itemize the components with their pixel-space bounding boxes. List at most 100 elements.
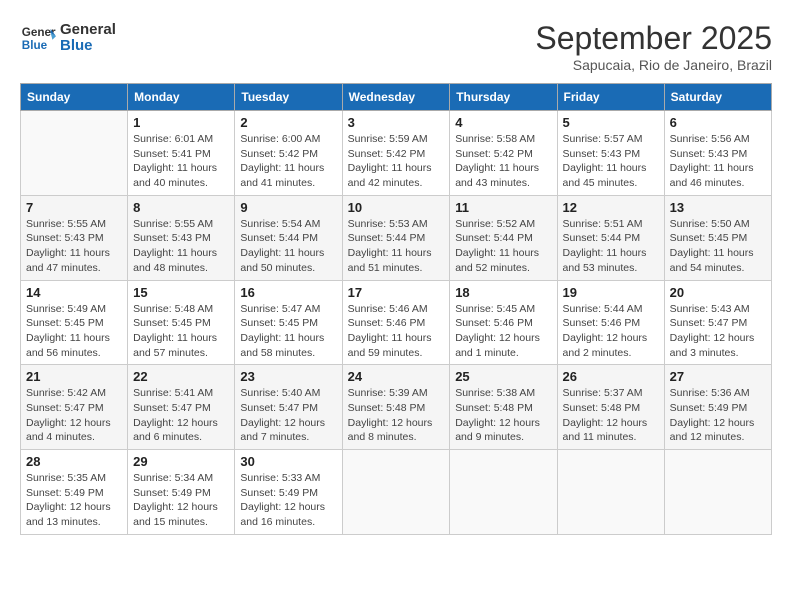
calendar-week-row: 1 Sunrise: 6:01 AM Sunset: 5:41 PM Daylig… (21, 111, 772, 196)
day-number: 14 (26, 285, 122, 300)
calendar-week-row: 28 Sunrise: 5:35 AM Sunset: 5:49 PM Dayli… (21, 450, 772, 535)
day-info: Sunrise: 5:58 AM Sunset: 5:42 PM Dayligh… (455, 132, 551, 191)
day-info: Sunrise: 5:57 AM Sunset: 5:43 PM Dayligh… (563, 132, 659, 191)
day-info: Sunrise: 5:38 AM Sunset: 5:48 PM Dayligh… (455, 386, 551, 445)
day-number: 7 (26, 200, 122, 215)
day-info: Sunrise: 5:36 AM Sunset: 5:49 PM Dayligh… (670, 386, 766, 445)
day-info: Sunrise: 5:50 AM Sunset: 5:45 PM Dayligh… (670, 217, 766, 276)
day-number: 4 (455, 115, 551, 130)
day-info: Sunrise: 5:37 AM Sunset: 5:48 PM Dayligh… (563, 386, 659, 445)
calendar-cell: 19Sunrise: 5:44 AM Sunset: 5:46 PM Dayli… (557, 280, 664, 365)
day-number: 24 (348, 369, 445, 384)
header-saturday: Saturday (664, 84, 771, 111)
day-info: Sunrise: 5:43 AM Sunset: 5:47 PM Dayligh… (670, 302, 766, 361)
day-info: Sunrise: 5:45 AM Sunset: 5:46 PM Dayligh… (455, 302, 551, 361)
day-info: Sunrise: 5:44 AM Sunset: 5:46 PM Dayligh… (563, 302, 659, 361)
day-info: Sunrise: 6:00 AM Sunset: 5:42 PM Dayligh… (240, 132, 336, 191)
day-number: 20 (670, 285, 766, 300)
day-number: 21 (26, 369, 122, 384)
calendar-header-row: SundayMondayTuesdayWednesdayThursdayFrid… (21, 84, 772, 111)
calendar-cell: 12 Sunrise: 5:51 AM Sunset: 5:44 PM Dayli… (557, 195, 664, 280)
calendar-cell: 22 Sunrise: 5:41 AM Sunset: 5:47 PM Dayli… (128, 365, 235, 450)
logo-general-text: General (60, 22, 116, 39)
calendar-cell (664, 450, 771, 535)
header-tuesday: Tuesday (235, 84, 342, 111)
calendar-week-row: 14 Sunrise: 5:49 AM Sunset: 5:45 PM Dayli… (21, 280, 772, 365)
day-info: Sunrise: 5:54 AM Sunset: 5:44 PM Dayligh… (240, 217, 336, 276)
calendar-cell (557, 450, 664, 535)
calendar-week-row: 21 Sunrise: 5:42 AM Sunset: 5:47 PM Dayli… (21, 365, 772, 450)
calendar-cell: 5 Sunrise: 5:57 AM Sunset: 5:43 PM Daylig… (557, 111, 664, 196)
day-info: Sunrise: 5:59 AM Sunset: 5:42 PM Dayligh… (348, 132, 445, 191)
day-info: Sunrise: 5:41 AM Sunset: 5:47 PM Dayligh… (133, 386, 229, 445)
day-number: 26 (563, 369, 659, 384)
day-info: Sunrise: 5:51 AM Sunset: 5:44 PM Dayligh… (563, 217, 659, 276)
calendar-cell: 13 Sunrise: 5:50 AM Sunset: 5:45 PM Dayli… (664, 195, 771, 280)
day-info: Sunrise: 5:48 AM Sunset: 5:45 PM Dayligh… (133, 302, 229, 361)
day-info: Sunrise: 5:34 AM Sunset: 5:49 PM Dayligh… (133, 471, 229, 530)
calendar-cell: 23Sunrise: 5:40 AM Sunset: 5:47 PM Dayli… (235, 365, 342, 450)
logo: General Blue General Blue (20, 20, 116, 56)
day-info: Sunrise: 5:33 AM Sunset: 5:49 PM Dayligh… (240, 471, 336, 530)
day-number: 23 (240, 369, 336, 384)
calendar-cell (21, 111, 128, 196)
calendar-cell: 4 Sunrise: 5:58 AM Sunset: 5:42 PM Daylig… (450, 111, 557, 196)
calendar-cell: 17Sunrise: 5:46 AM Sunset: 5:46 PM Dayli… (342, 280, 450, 365)
day-number: 12 (563, 200, 659, 215)
page-header: General Blue General Blue September 2025… (20, 20, 772, 73)
header-monday: Monday (128, 84, 235, 111)
calendar-cell: 3 Sunrise: 5:59 AM Sunset: 5:42 PM Daylig… (342, 111, 450, 196)
calendar-cell: 11Sunrise: 5:52 AM Sunset: 5:44 PM Dayli… (450, 195, 557, 280)
day-info: Sunrise: 5:49 AM Sunset: 5:45 PM Dayligh… (26, 302, 122, 361)
day-number: 27 (670, 369, 766, 384)
calendar-cell: 26 Sunrise: 5:37 AM Sunset: 5:48 PM Dayli… (557, 365, 664, 450)
day-number: 6 (670, 115, 766, 130)
day-info: Sunrise: 5:42 AM Sunset: 5:47 PM Dayligh… (26, 386, 122, 445)
day-number: 28 (26, 454, 122, 469)
day-number: 9 (240, 200, 336, 215)
day-info: Sunrise: 5:46 AM Sunset: 5:46 PM Dayligh… (348, 302, 445, 361)
day-info: Sunrise: 5:35 AM Sunset: 5:49 PM Dayligh… (26, 471, 122, 530)
calendar-week-row: 7 Sunrise: 5:55 AM Sunset: 5:43 PM Daylig… (21, 195, 772, 280)
calendar-cell: 1 Sunrise: 6:01 AM Sunset: 5:41 PM Daylig… (128, 111, 235, 196)
day-number: 2 (240, 115, 336, 130)
calendar-cell: 15 Sunrise: 5:48 AM Sunset: 5:45 PM Dayli… (128, 280, 235, 365)
day-info: Sunrise: 6:01 AM Sunset: 5:41 PM Dayligh… (133, 132, 229, 191)
day-number: 3 (348, 115, 445, 130)
header-friday: Friday (557, 84, 664, 111)
day-number: 30 (240, 454, 336, 469)
calendar-cell: 2 Sunrise: 6:00 AM Sunset: 5:42 PM Daylig… (235, 111, 342, 196)
calendar-cell (450, 450, 557, 535)
day-number: 18 (455, 285, 551, 300)
calendar-cell: 24 Sunrise: 5:39 AM Sunset: 5:48 PM Dayli… (342, 365, 450, 450)
logo-icon: General Blue (20, 20, 56, 56)
calendar-cell (342, 450, 450, 535)
day-info: Sunrise: 5:39 AM Sunset: 5:48 PM Dayligh… (348, 386, 445, 445)
calendar-cell: 7Sunrise: 5:55 AM Sunset: 5:43 PM Daylig… (21, 195, 128, 280)
calendar-cell: 29 Sunrise: 5:34 AM Sunset: 5:49 PM Dayli… (128, 450, 235, 535)
calendar-cell: 9 Sunrise: 5:54 AM Sunset: 5:44 PM Daylig… (235, 195, 342, 280)
calendar-cell: 6Sunrise: 5:56 AM Sunset: 5:43 PM Daylig… (664, 111, 771, 196)
calendar-cell: 21 Sunrise: 5:42 AM Sunset: 5:47 PM Dayli… (21, 365, 128, 450)
day-number: 15 (133, 285, 229, 300)
svg-text:Blue: Blue (22, 39, 48, 52)
title-block: September 2025 Sapucaia, Rio de Janeiro,… (535, 20, 772, 73)
location-subtitle: Sapucaia, Rio de Janeiro, Brazil (535, 57, 772, 73)
calendar-cell: 18 Sunrise: 5:45 AM Sunset: 5:46 PM Dayli… (450, 280, 557, 365)
day-number: 25 (455, 369, 551, 384)
day-number: 1 (133, 115, 229, 130)
calendar-cell: 16Sunrise: 5:47 AM Sunset: 5:45 PM Dayli… (235, 280, 342, 365)
day-number: 22 (133, 369, 229, 384)
day-info: Sunrise: 5:47 AM Sunset: 5:45 PM Dayligh… (240, 302, 336, 361)
calendar-cell: 14 Sunrise: 5:49 AM Sunset: 5:45 PM Dayli… (21, 280, 128, 365)
header-thursday: Thursday (450, 84, 557, 111)
calendar-cell: 10Sunrise: 5:53 AM Sunset: 5:44 PM Dayli… (342, 195, 450, 280)
day-number: 13 (670, 200, 766, 215)
day-number: 29 (133, 454, 229, 469)
calendar-cell: 8Sunrise: 5:55 AM Sunset: 5:43 PM Daylig… (128, 195, 235, 280)
day-number: 5 (563, 115, 659, 130)
day-info: Sunrise: 5:55 AM Sunset: 5:43 PM Dayligh… (133, 217, 229, 276)
calendar-cell: 28 Sunrise: 5:35 AM Sunset: 5:49 PM Dayli… (21, 450, 128, 535)
day-number: 11 (455, 200, 551, 215)
day-number: 10 (348, 200, 445, 215)
